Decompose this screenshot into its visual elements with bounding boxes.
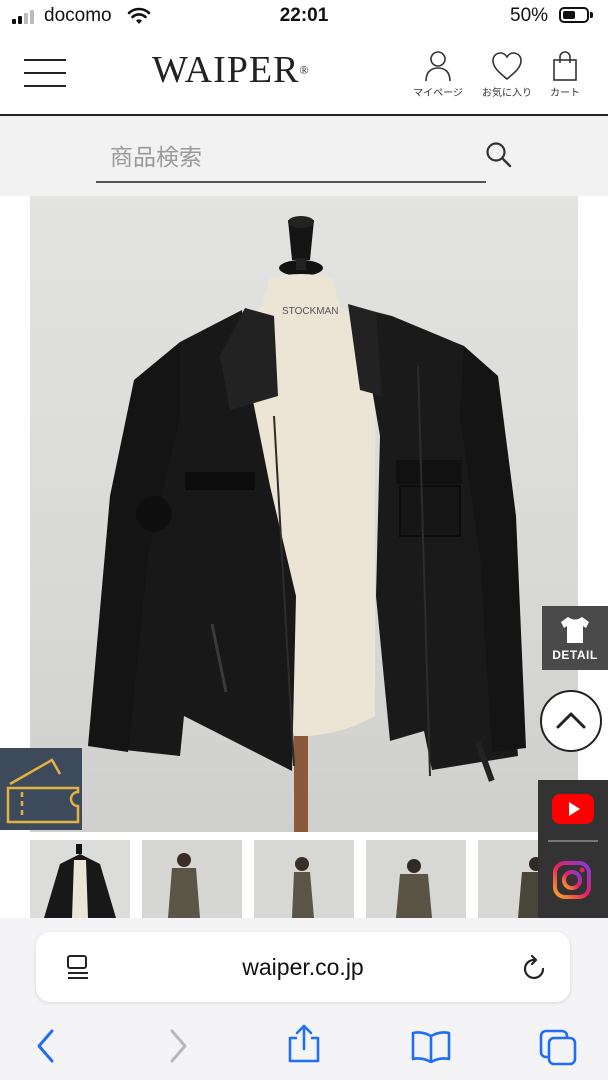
- search-underline: [96, 181, 486, 183]
- cart-label: カート: [550, 88, 580, 99]
- favorites-label: お気に入り: [482, 88, 532, 99]
- ticket-icon: [6, 758, 80, 824]
- product-thumbnail[interactable]: [142, 840, 242, 918]
- search-bar: [0, 116, 608, 196]
- battery-icon: [559, 7, 589, 23]
- jacket-photo: STOCKMAN KKAK: [88, 216, 526, 832]
- battery-percent: 50%: [510, 5, 549, 26]
- mannequin-brand: STOCKMAN: [282, 306, 339, 317]
- detail-button[interactable]: DETAIL: [542, 606, 608, 670]
- reload-icon[interactable]: [522, 954, 548, 982]
- site-logo[interactable]: WAIPER®: [152, 48, 310, 92]
- product-main-image[interactable]: STOCKMAN KKAK: [30, 196, 578, 832]
- cart-button[interactable]: カート: [533, 50, 597, 99]
- instagram-icon[interactable]: [552, 860, 592, 900]
- share-icon[interactable]: [286, 1024, 322, 1064]
- chevron-left-icon[interactable]: [34, 1028, 58, 1064]
- tshirt-icon: [561, 617, 589, 643]
- chevron-up-icon: [556, 712, 586, 729]
- hamburger-icon[interactable]: [24, 57, 66, 89]
- status-bar: docomo 22:01 50%: [0, 0, 608, 34]
- product-thumbnail[interactable]: [30, 840, 130, 918]
- heart-icon: [492, 52, 522, 81]
- person-icon: [425, 51, 451, 82]
- thumbnail-strip: [30, 840, 608, 918]
- coupon-button[interactable]: [0, 748, 82, 830]
- book-icon[interactable]: [410, 1028, 452, 1064]
- battery-nub: [590, 12, 593, 18]
- chevron-right-icon[interactable]: [166, 1028, 190, 1064]
- site-header: WAIPER® マイページ お気に入り カート: [0, 34, 608, 116]
- detail-label: DETAIL: [552, 648, 598, 662]
- search-input[interactable]: [110, 142, 370, 174]
- favorites-button[interactable]: お気に入り: [475, 50, 539, 99]
- social-panel: [538, 780, 608, 918]
- mypage-label: マイページ: [413, 88, 463, 99]
- bag-icon: [553, 51, 577, 81]
- mypage-button[interactable]: マイページ: [406, 50, 470, 99]
- social-divider: [548, 840, 598, 842]
- scroll-top-button[interactable]: [540, 690, 602, 752]
- tabs-icon[interactable]: [538, 1028, 578, 1066]
- url-text: waiper.co.jp: [242, 954, 364, 980]
- youtube-icon[interactable]: [552, 794, 594, 824]
- search-icon[interactable]: [484, 140, 514, 170]
- product-thumbnail[interactable]: [366, 840, 466, 918]
- address-bar[interactable]: waiper.co.jp: [36, 932, 570, 1002]
- product-thumbnail[interactable]: [254, 840, 354, 918]
